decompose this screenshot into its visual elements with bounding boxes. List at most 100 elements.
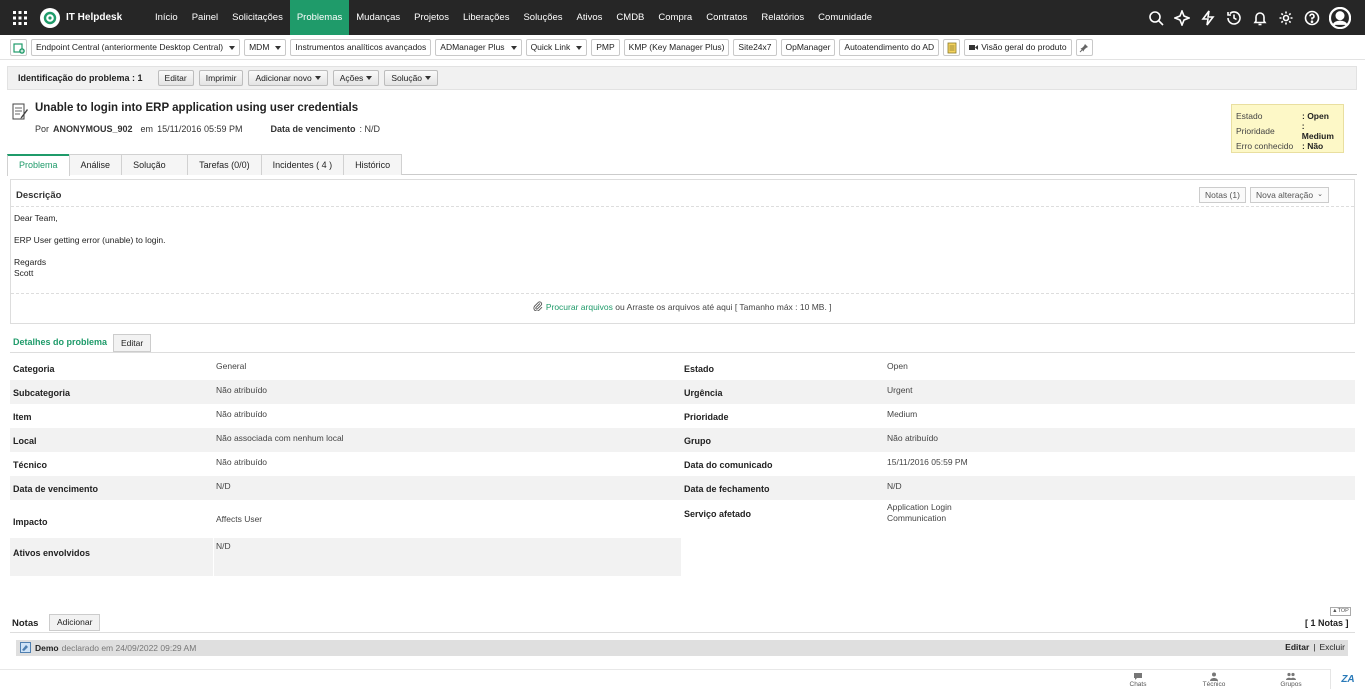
- nav-contracts[interactable]: Contratos: [699, 0, 754, 35]
- nav-requests[interactable]: Solicitações: [225, 0, 290, 35]
- nav-assets[interactable]: Ativos: [570, 0, 610, 35]
- link-advanced-analytics[interactable]: Instrumentos analíticos avançados: [290, 39, 432, 56]
- detail-row: Impacto Affects User Serviço afetado App…: [13, 502, 952, 527]
- print-button[interactable]: Imprimir: [198, 70, 244, 86]
- description-panel: Descrição Notas (1) Nova alteração ⌄ Dear…: [10, 179, 1355, 324]
- ai-assistant-icon[interactable]: [1173, 9, 1190, 26]
- link-quick-link[interactable]: Quick Link: [525, 39, 588, 56]
- problem-created-date: 15/11/2016 05:59 PM: [157, 124, 243, 134]
- problem-details-table: Categoria General Estado Open Subcategor…: [10, 356, 1355, 576]
- add-new-dropdown[interactable]: Adicionar novo: [248, 70, 328, 86]
- problem-tabs: Problema Análise Solução Tarefas (0/0) I…: [7, 154, 1357, 176]
- tab-analysis[interactable]: Análise: [68, 154, 123, 175]
- detail-row: Categoria General Estado Open: [13, 361, 908, 374]
- status-summary-box: Estado: Open Prioridade: Medium Erro con…: [1231, 104, 1344, 153]
- nav-dashboard[interactable]: Painel: [185, 0, 225, 35]
- product-overview-button[interactable]: Visão geral do produto: [964, 39, 1072, 56]
- nav-reports[interactable]: Relatórios: [754, 0, 811, 35]
- quick-actions-icon[interactable]: [1199, 9, 1216, 26]
- problem-author: ANONYMOUS_902: [53, 124, 133, 134]
- tab-solution[interactable]: Solução: [121, 154, 189, 175]
- by-label: Por: [35, 124, 50, 134]
- nav-projects[interactable]: Projetos: [407, 0, 456, 35]
- detail-row: Técnico Não atribuído Data do comunicado…: [13, 457, 968, 470]
- link-endpoint-central[interactable]: Endpoint Central (anteriormente Desktop …: [31, 39, 241, 56]
- detail-row: Ativos envolvidos N/D: [10, 538, 681, 576]
- problem-id-label: Identificação do problema : 1: [18, 73, 143, 83]
- top-navigation-bar: IT Helpdesk Início Painel Solicitações P…: [0, 0, 1365, 35]
- problem-action-bar: Identificação do problema : 1 Editar Imp…: [7, 66, 1357, 90]
- due-date-label: Data de vencimento: [270, 124, 356, 134]
- user-avatar-icon[interactable]: [1329, 6, 1351, 29]
- chevron-down-icon: [425, 76, 432, 80]
- notepad-icon[interactable]: [943, 39, 961, 56]
- solution-dropdown[interactable]: Solução: [384, 70, 439, 86]
- new-change-dropdown[interactable]: Nova alteração ⌄: [1249, 187, 1329, 203]
- link-admanager-plus[interactable]: ADManager Plus: [435, 39, 522, 56]
- due-date-value: : N/D: [359, 124, 381, 134]
- nav-community[interactable]: Comunidade: [811, 0, 879, 35]
- chevron-down-icon: [314, 76, 321, 80]
- technician-button[interactable]: Técnico: [1199, 672, 1229, 688]
- delete-note-link[interactable]: Excluir: [1319, 642, 1345, 652]
- problem-title: Unable to login into ERP application usi…: [35, 102, 359, 114]
- actions-dropdown[interactable]: Ações: [332, 70, 380, 86]
- note-actions: Editar | Excluir: [1285, 642, 1345, 652]
- browse-files-link[interactable]: Procurar arquivos: [546, 302, 613, 312]
- help-icon[interactable]: [1303, 9, 1320, 26]
- tab-tasks[interactable]: Tarefas (0/0): [187, 154, 262, 175]
- tab-history[interactable]: Histórico: [343, 154, 403, 175]
- cell-divider: [213, 538, 214, 576]
- nav-purchase[interactable]: Compra: [651, 0, 699, 35]
- history-icon[interactable]: [1225, 9, 1242, 26]
- search-icon[interactable]: [1147, 9, 1164, 26]
- nav-cmdb[interactable]: CMDB: [609, 0, 651, 35]
- note-author[interactable]: Demo: [35, 643, 59, 653]
- link-kmp[interactable]: KMP (Key Manager Plus): [623, 39, 730, 56]
- detail-row: Local Não associada com nenhum local Gru…: [10, 428, 1355, 452]
- attachment-hint: ou Arraste os arquivos até aqui [ Tamanh…: [615, 302, 832, 312]
- pin-icon[interactable]: [1075, 39, 1093, 56]
- divider: [11, 206, 1354, 207]
- new-window-icon[interactable]: [10, 39, 27, 56]
- status-row-priority: Prioridade: Medium: [1236, 120, 1334, 141]
- note-header: Demo declarado em 24/09/2022 09:29 AM Ed…: [16, 640, 1348, 656]
- detail-row: Subcategoria Não atribuído Urgência Urge…: [10, 380, 1355, 404]
- divider: [11, 293, 1354, 294]
- problem-details-heading: Detalhes do problema: [13, 337, 108, 347]
- tab-incidents[interactable]: Incidentes ( 4 ): [260, 154, 345, 175]
- attachment-dropzone[interactable]: Procurar arquivos ou Arraste os arquivos…: [11, 301, 1354, 312]
- edit-button[interactable]: Editar: [157, 70, 194, 86]
- link-mdm[interactable]: MDM: [244, 39, 287, 56]
- chevron-down-icon: ⌄: [1317, 191, 1323, 198]
- link-site24x7[interactable]: Site24x7: [733, 39, 777, 56]
- notes-count: [ 1 Notas ]: [1305, 618, 1349, 628]
- description-actions: Notas (1) Nova alteração ⌄: [1198, 187, 1329, 203]
- helpdesk-logo-icon: [40, 7, 60, 28]
- nav-problems[interactable]: Problemas: [289, 0, 350, 35]
- nav-home[interactable]: Início: [148, 0, 185, 35]
- nav-solutions[interactable]: Soluções: [516, 0, 569, 35]
- chats-button[interactable]: Chats: [1123, 672, 1153, 688]
- tab-problem[interactable]: Problema: [7, 154, 70, 176]
- back-to-top-button[interactable]: ▲TOP: [1330, 607, 1351, 616]
- header-tools: [1147, 0, 1351, 35]
- zia-assistant-icon[interactable]: ZA: [1330, 669, 1365, 689]
- edit-note-link[interactable]: Editar: [1285, 642, 1309, 652]
- app-logo[interactable]: IT Helpdesk: [40, 7, 148, 28]
- settings-gear-icon[interactable]: [1277, 9, 1294, 26]
- notifications-bell-icon[interactable]: [1251, 9, 1268, 26]
- notes-count-button[interactable]: Notas (1): [1198, 187, 1246, 203]
- link-ad-self-service[interactable]: Autoatendimento do AD: [839, 39, 940, 56]
- app-grid-icon[interactable]: [0, 0, 40, 35]
- nav-changes[interactable]: Mudanças: [349, 0, 407, 35]
- link-pmp[interactable]: PMP: [591, 39, 620, 56]
- app-title: IT Helpdesk: [66, 12, 123, 23]
- user-icon: [1210, 672, 1218, 681]
- groups-button[interactable]: Grupos: [1276, 672, 1306, 688]
- link-opmanager[interactable]: OpManager: [780, 39, 836, 56]
- note-icon: [20, 641, 31, 655]
- details-edit-button[interactable]: Editar: [113, 334, 152, 352]
- nav-releases[interactable]: Liberações: [456, 0, 516, 35]
- add-note-button[interactable]: Adicionar: [49, 614, 101, 631]
